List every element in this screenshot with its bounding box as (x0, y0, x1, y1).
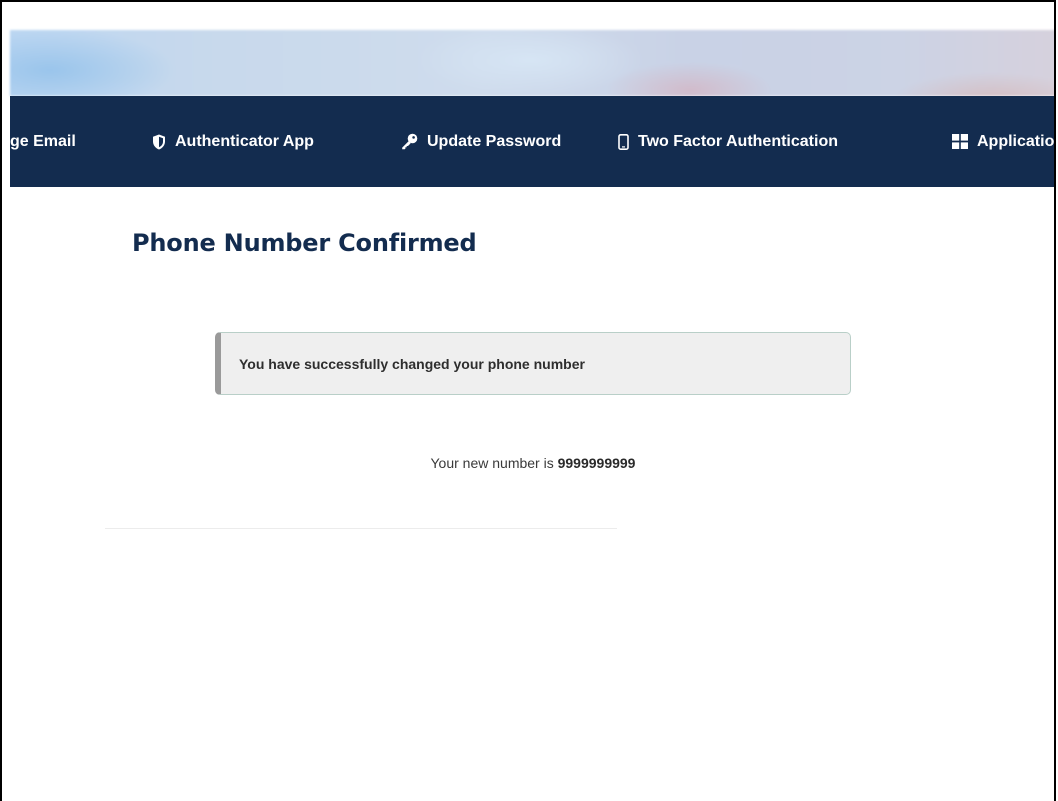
nav-item-two-factor-authentication[interactable]: Two Factor Authentication (618, 96, 838, 187)
new-number-text: Your new number is 9999999999 (10, 455, 1054, 471)
page-title: Phone Number Confirmed (132, 229, 477, 257)
shield-icon (152, 134, 166, 150)
success-alert: You have successfully changed your phone… (215, 332, 851, 395)
header-banner-image (10, 30, 1054, 96)
nav-item-update-password[interactable]: Update Password (401, 96, 561, 187)
key-icon (401, 133, 418, 150)
nav-item-label: ge Email (10, 132, 76, 150)
nav-item-label: Applicatio (977, 132, 1055, 150)
nav-item-label: Authenticator App (175, 132, 314, 150)
nav-item-label: Two Factor Authentication (638, 132, 838, 150)
nav-item-label: Update Password (427, 132, 562, 150)
nav-item-authenticator-app[interactable]: Authenticator App (152, 96, 314, 187)
main-content: Phone Number Confirmed You have successf… (10, 187, 1054, 801)
new-number-value: 9999999999 (557, 455, 636, 471)
mobile-phone-icon (618, 133, 629, 150)
divider (105, 528, 617, 529)
nav-item-change-email[interactable]: ge Email (10, 96, 76, 187)
alert-message: You have successfully changed your phone… (239, 355, 585, 372)
nav-item-applications[interactable]: Applicatio (952, 96, 1054, 187)
grid-icon (952, 134, 968, 149)
new-number-prefix: Your new number is (430, 455, 554, 471)
browser-frame: ge Email Authenticator App Update Passwo… (0, 0, 1056, 801)
account-nav-bar: ge Email Authenticator App Update Passwo… (10, 96, 1054, 187)
